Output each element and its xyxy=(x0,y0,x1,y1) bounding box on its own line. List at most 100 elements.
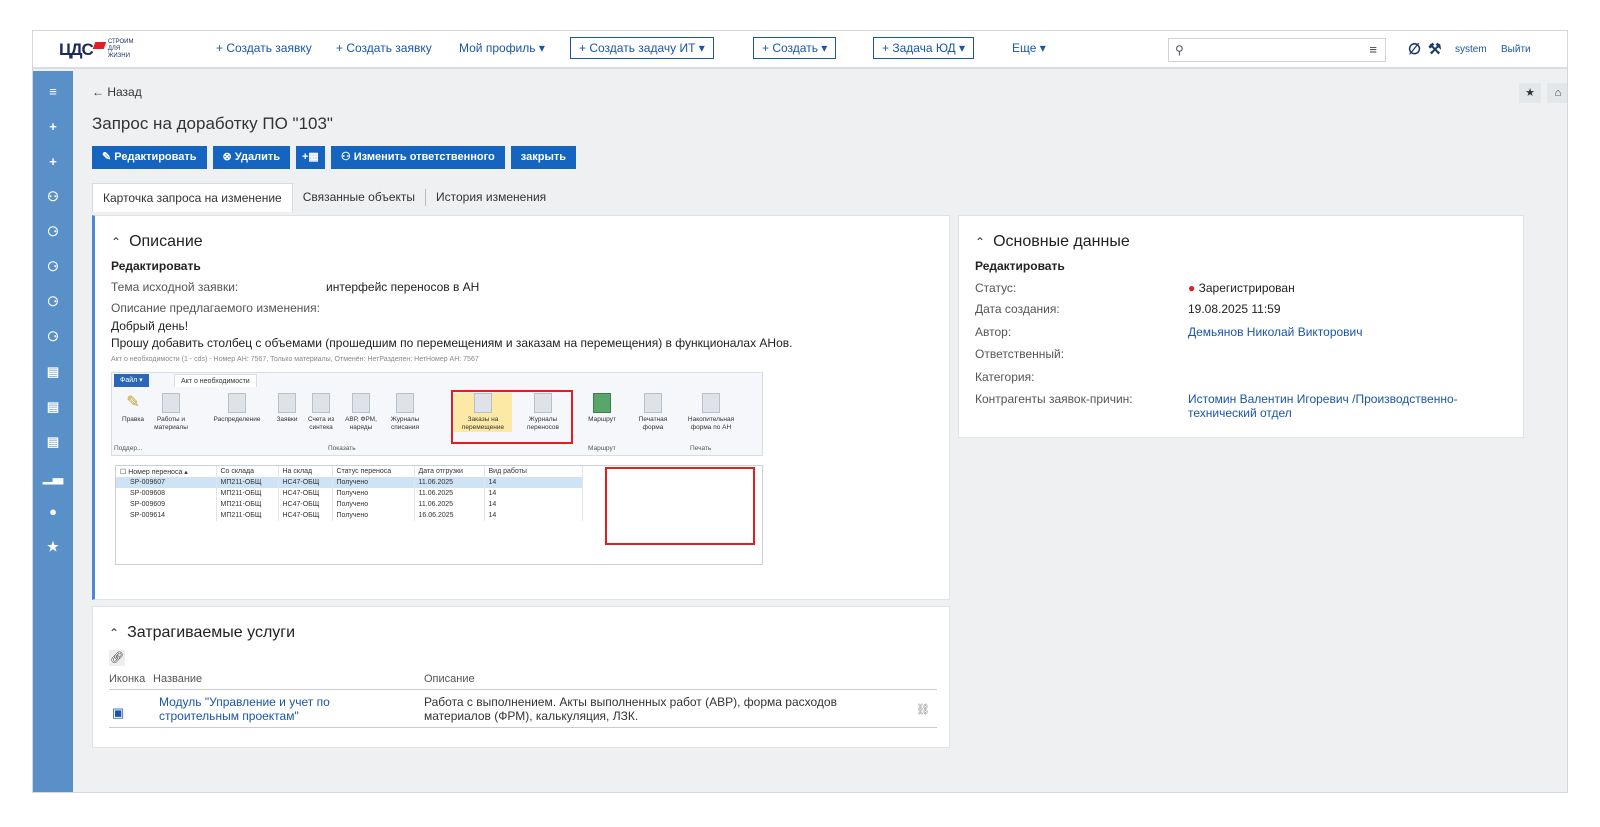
logo[interactable]: ЦДС СТРОИМ ДЛЯ ЖИЗНИ xyxy=(59,39,144,60)
table-row: SP-009609 МП211-ОБЩ НС47-ОБЩ Получено 11… xyxy=(116,499,583,510)
table-cell: 14 xyxy=(484,510,583,521)
table-cell: МП211-ОБЩ xyxy=(216,510,279,521)
nav-create-request-1[interactable]: + Создать заявку xyxy=(216,41,312,55)
ribbon-edit: ✎ Правка xyxy=(122,394,144,423)
ribbon-requests: Заявки xyxy=(272,393,302,424)
nav-my-profile[interactable]: Мой профиль ▾ xyxy=(459,41,545,55)
logout-link[interactable]: Выйти xyxy=(1501,44,1531,55)
tab-related[interactable]: Связанные объекты xyxy=(293,183,425,212)
star-icon[interactable]: ★ xyxy=(33,539,73,555)
main-data-header[interactable]: ⌃ Основные данные xyxy=(975,233,1130,251)
delete-button[interactable]: ⊗ Удалить xyxy=(212,146,290,169)
ribbon-works: Работы и материалы xyxy=(152,393,190,432)
users-icon[interactable]: ⚇ xyxy=(33,189,73,205)
chart-icon[interactable]: ▁▃ xyxy=(33,469,73,485)
group-support: Поддер... xyxy=(114,445,143,452)
doc-icon xyxy=(702,393,720,413)
report-icon[interactable]: ▤ xyxy=(33,364,73,380)
table-cell: НС47-ОБЩ xyxy=(278,477,333,488)
link-icon[interactable]: 🔗︎ xyxy=(109,650,125,666)
create-button[interactable]: + Создать ▾ xyxy=(753,37,837,59)
user-add-icon[interactable]: ⚆ xyxy=(33,224,73,240)
menu-icon[interactable]: ≡ xyxy=(33,84,73,99)
status-badge: ● Зарегистрирован xyxy=(1188,281,1295,295)
nav-more[interactable]: Еще ▾ xyxy=(1012,41,1046,55)
ribbon-distribution: Распределение xyxy=(212,393,262,424)
user-change-icon: ⚇ xyxy=(340,151,354,163)
add-icon-button[interactable]: +▦ xyxy=(295,146,325,169)
main-data-edit-link[interactable]: Редактировать xyxy=(975,259,1065,273)
nav-create-request-2[interactable]: + Создать заявку xyxy=(336,41,432,55)
status-dot-icon: ● xyxy=(1188,281,1196,295)
author-link[interactable]: Демьянов Николай Викторович xyxy=(1188,325,1363,339)
favorite-icon[interactable]: ★ xyxy=(1519,83,1541,103)
table-cell: НС47-ОБЩ xyxy=(278,499,333,510)
topic-label: Тема исходной заявки: xyxy=(111,280,239,294)
table-icon xyxy=(352,393,370,413)
unlink-icon[interactable]: ⛓ xyxy=(916,703,930,716)
table-row: SP-009607 МП211-ОБЩ НС47-ОБЩ Получено 11… xyxy=(116,477,583,488)
column-header: Вид работы xyxy=(484,466,583,477)
user-icon[interactable]: ⚆ xyxy=(33,259,73,275)
tab-history[interactable]: История изменения xyxy=(425,189,556,206)
user-icon[interactable]: ⚆ xyxy=(33,329,73,345)
sidebar: ≡ + + ⚇ ⚆ ⚆ ⚆ ⚆ ▤ ▤ ▤ ▁▃ ● ★ xyxy=(33,71,73,792)
back-link[interactable]: ← Назад xyxy=(92,85,142,99)
briefcase-icon: ▣ xyxy=(112,705,125,720)
owner-label: Ответственный: xyxy=(975,347,1065,361)
service-name-line-2[interactable]: строительным проектам" xyxy=(159,709,299,723)
table-cell: 14 xyxy=(484,477,583,488)
column-header: На склад xyxy=(278,466,333,477)
page-title: Запрос на доработку ПО "103" xyxy=(92,114,333,133)
table-cell: 11.06.2025 xyxy=(414,477,485,488)
tools-icon[interactable]: ⚒ xyxy=(1428,40,1441,58)
divider xyxy=(109,727,937,728)
report-icon[interactable]: ▤ xyxy=(33,434,73,450)
contractors-link-1[interactable]: Истомин Валентин Игоревич /Производствен… xyxy=(1188,392,1458,406)
table-cell: SP-009614 xyxy=(116,510,217,521)
plus-icon[interactable]: + xyxy=(33,154,73,169)
services-header[interactable]: ⌃ Затрагиваемые услуги xyxy=(109,624,295,642)
column-icon: Иконка xyxy=(109,673,146,685)
table-cell: SP-009607 xyxy=(116,477,217,488)
screenshot-caption: Акт о необходимости (1 - cds) - Номер АН… xyxy=(111,356,479,363)
ribbon-cumulative: Накопительная форма по АН xyxy=(678,393,744,432)
file-tab: Файл ▾ xyxy=(114,374,149,387)
user-icon[interactable]: ⚆ xyxy=(33,294,73,310)
hide-icon[interactable]: ∅ xyxy=(1408,40,1421,58)
settings-icon[interactable]: ● xyxy=(33,504,73,519)
highlight-box-new-column xyxy=(605,467,755,545)
description-edit-link[interactable]: Редактировать xyxy=(111,259,201,273)
search-input[interactable]: ⚲ ≡ xyxy=(1168,38,1386,62)
user-name[interactable]: system xyxy=(1455,44,1487,55)
table-cell: 16.06.2025 xyxy=(414,510,485,521)
service-name-line-1[interactable]: Модуль "Управление и учет по xyxy=(159,695,330,709)
description-line-1: Добрый день! xyxy=(111,319,189,333)
column-header: Со склада xyxy=(216,466,279,477)
close-button[interactable]: закрыть xyxy=(510,146,576,169)
tab-card[interactable]: Карточка запроса на изменение xyxy=(92,183,293,212)
table-icon xyxy=(278,393,296,413)
change-owner-button[interactable]: ⚇ Изменить ответственного xyxy=(330,146,505,169)
edit-button[interactable]: ✎ Редактировать xyxy=(92,146,207,169)
contractors-link-2[interactable]: технический отдел xyxy=(1188,406,1292,420)
home-icon[interactable]: ⌂ xyxy=(1547,83,1567,103)
delete-icon: ⊗ xyxy=(222,151,235,163)
description-header[interactable]: ⌃ Описание xyxy=(111,233,203,251)
pencil-icon: ✎ xyxy=(102,151,115,163)
chevron-up-icon: ⌃ xyxy=(111,235,122,249)
main-data-panel: ⌃ Основные данные Редактировать Статус: ●… xyxy=(958,215,1524,438)
column-header: ☐ Номер переноса ▴ xyxy=(116,466,217,477)
change-label: Описание предлагаемого изменения: xyxy=(111,301,320,315)
plus-icon[interactable]: + xyxy=(33,119,73,134)
table-cell: 11.06.2025 xyxy=(414,488,485,499)
table-icon xyxy=(312,393,330,413)
route-icon xyxy=(593,393,611,413)
logo-text: ЦДС xyxy=(59,39,94,59)
filter-icon[interactable]: ≡ xyxy=(1369,42,1377,57)
category-label: Категория: xyxy=(975,370,1035,384)
report-icon[interactable]: ▤ xyxy=(33,399,73,415)
column-name: Название xyxy=(153,673,203,685)
create-it-task-button[interactable]: + Создать задачу ИТ ▾ xyxy=(570,37,714,59)
legal-task-button[interactable]: + Задача ЮД ▾ xyxy=(873,37,975,59)
